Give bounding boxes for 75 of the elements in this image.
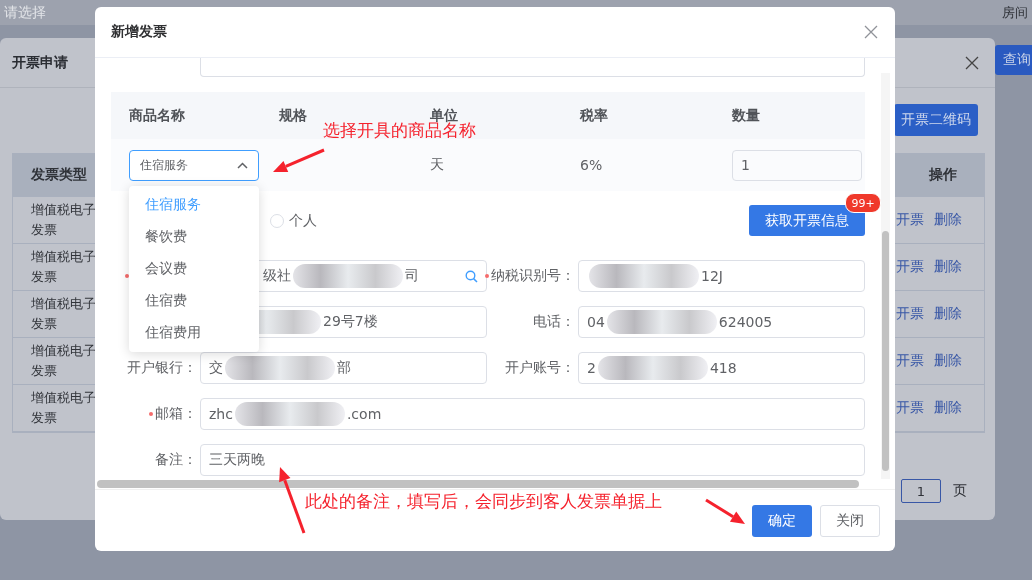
table-cell-text: 增值税电子发票 [31, 342, 97, 380]
input-field[interactable]: 12J [578, 260, 865, 292]
count-badge: 99+ [845, 193, 881, 213]
page-suffix: 页 [953, 482, 967, 500]
field-value: 级社 [263, 267, 291, 285]
action-link[interactable]: 开票 [896, 352, 924, 370]
dialog-title: 开票申请 [12, 53, 68, 72]
field-label: 开户银行： [127, 359, 197, 377]
column-header: 单位 [430, 106, 458, 123]
column-header: 规格 [279, 106, 308, 125]
scrollbar[interactable] [97, 480, 859, 488]
field-value: 司 [405, 267, 419, 285]
field-value: 29号7楼 [323, 313, 378, 331]
field-label: 电话： [533, 313, 575, 331]
column-header: 税率 [580, 106, 609, 125]
action-link[interactable]: 删除 [934, 211, 962, 229]
annotation-text: 选择开具的商品名称 [323, 120, 476, 142]
input-field[interactable]: 交 部 [200, 352, 487, 384]
field-value: 12J [701, 268, 723, 284]
close-icon[interactable] [864, 25, 878, 39]
table-cell-text: 天 [430, 156, 445, 174]
chevron-icon [237, 161, 248, 169]
input-field[interactable]: zhc .com [200, 398, 865, 430]
field-value: 418 [709, 360, 737, 376]
quantity-input[interactable]: 1 [732, 149, 862, 181]
input-field[interactable]: 三天两晚 [200, 444, 865, 476]
column-header: 操作 [928, 166, 958, 184]
confirm-button[interactable]: 确定 [752, 504, 812, 537]
action-link[interactable]: 删除 [934, 352, 962, 370]
action-link[interactable]: 删除 [934, 399, 962, 417]
action-link[interactable]: 开票 [896, 258, 924, 276]
field-value: zhc [209, 406, 233, 422]
column-header: 商品名称 [129, 106, 186, 125]
page-input[interactable]: 1 [901, 479, 941, 503]
field-value: 交 [209, 359, 223, 377]
field-value: 04 [587, 314, 605, 330]
column-label: 房间 [1002, 3, 1028, 22]
input-field[interactable]: 04 624005 [578, 306, 865, 338]
field-value: .com [346, 406, 382, 422]
dialog-title: 新增发票 [111, 23, 167, 41]
field-value: 624005 [718, 314, 773, 330]
close-icon[interactable] [965, 55, 979, 70]
annotation-text: 此处的备注，填写后，会同步到客人发票单据上 [305, 490, 662, 513]
input-field[interactable]: 2 418 [578, 352, 865, 384]
input-field[interactable] [200, 58, 865, 77]
table-cell-text: 增值税电子发票 [31, 248, 97, 286]
arrow [705, 498, 745, 524]
field-value: 三天两晚 [209, 451, 265, 469]
dropdown-option[interactable]: 餐饮费 [129, 221, 259, 253]
close-button[interactable]: 关闭 [820, 504, 880, 537]
action-link[interactable]: 开票 [896, 211, 924, 229]
qr-code-button[interactable]: 开票二维码 [894, 104, 978, 136]
table-cell-text: 增值税电子发票 [31, 201, 97, 239]
search-icon[interactable] [465, 269, 478, 283]
field-label: 开户账号： [505, 359, 575, 377]
field-value: 部 [337, 359, 351, 377]
product-select[interactable]: 住宿服务 [129, 149, 259, 181]
field-label: 备注： [155, 451, 197, 469]
table-cell-text: 增值税电子发票 [31, 295, 97, 333]
radio-option[interactable]: 个人 [270, 211, 317, 230]
action-link[interactable]: 删除 [934, 258, 962, 276]
arrow [273, 148, 325, 172]
table-cell-text: 6% [580, 157, 604, 173]
action-link[interactable]: 开票 [896, 305, 924, 323]
field-value: 2 [587, 360, 596, 376]
action-link[interactable]: 删除 [934, 305, 962, 323]
scrollbar[interactable] [881, 73, 890, 479]
field-label: 纳税识别号： [485, 267, 575, 285]
action-link[interactable]: 开票 [896, 399, 924, 417]
column-header: 数量 [732, 106, 761, 125]
query-button[interactable]: 查询 [995, 45, 1032, 75]
column-header: 发票类型 [30, 166, 88, 184]
table-cell-text: 增值税电子发票 [31, 389, 97, 427]
field-label: 邮箱： [149, 405, 197, 423]
arrow [279, 467, 306, 534]
